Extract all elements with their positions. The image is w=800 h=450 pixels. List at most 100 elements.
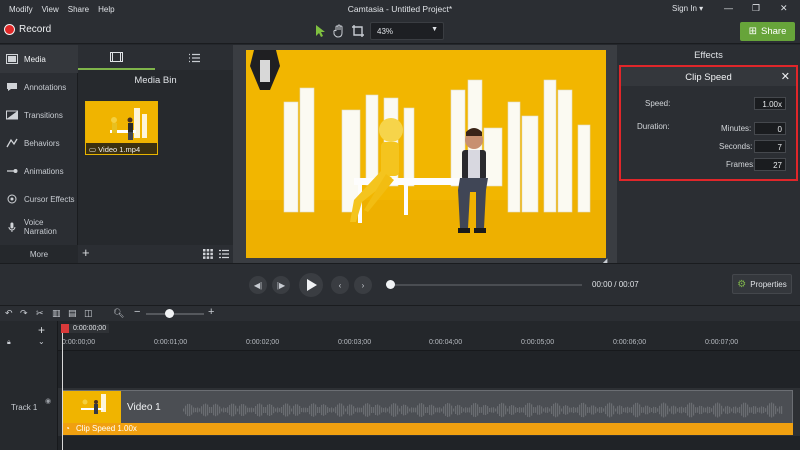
clip-thumbnail-image (63, 391, 121, 423)
ruler-tick-label: 0:00:02;00 (246, 339, 280, 346)
chevron-left-icon: ‹ (338, 280, 342, 290)
zoom-in-icon[interactable]: + (208, 306, 214, 318)
timeline-zoom-handle[interactable] (165, 309, 174, 318)
zoom-out-icon[interactable]: − (134, 306, 140, 318)
play-button[interactable] (299, 273, 323, 297)
step-back-button[interactable]: ◀| (249, 276, 267, 294)
chevron-down-icon[interactable]: ⌄ (38, 337, 45, 346)
ruler-tick-label: 0:00:07;00 (705, 339, 739, 346)
more-button[interactable]: More (0, 245, 78, 263)
timeline-clip-video1[interactable]: Video 1 (62, 390, 793, 424)
minimize-icon[interactable]: — (724, 3, 733, 13)
clip-label: Video 1 (127, 402, 161, 413)
film-icon (6, 54, 18, 64)
duration-label: Duration: (637, 122, 670, 131)
menu-help[interactable]: Help (89, 5, 114, 14)
pan-hand-icon[interactable] (332, 24, 346, 38)
seconds-input[interactable]: 7 (754, 140, 786, 153)
sidebar-item-animations[interactable]: Animations (0, 157, 78, 185)
clip-speed-label: Clip Speed 1.00x (76, 424, 137, 433)
tab-library[interactable] (156, 45, 233, 70)
sidebar-item-behaviors[interactable]: Behaviors (0, 129, 78, 157)
menu-share[interactable]: Share (59, 5, 89, 14)
main-toolbar: Record 43% ▼ ⊞ Share (0, 18, 800, 44)
step-forward-icon: |▶ (276, 280, 286, 290)
cut-icon[interactable]: ✂ (36, 308, 44, 319)
effects-panel: Effects Clip Speed ✕ Speed: 1.00x Durati… (617, 45, 800, 263)
menu-bar: Modify View Share Help Camtasia - Untitl… (0, 0, 800, 18)
tools-sidebar: Media Annotations Transitions Behaviors … (0, 45, 78, 263)
frames-input[interactable]: 27 (754, 158, 786, 171)
annotation-icon (7, 83, 17, 91)
previous-clip-button[interactable]: ‹ (331, 276, 349, 294)
record-icon (4, 24, 15, 35)
clip-speed-header: Clip Speed ✕ (621, 67, 796, 86)
restore-icon[interactable]: ❐ (752, 3, 760, 14)
zoom-select[interactable]: 43% ▼ (370, 22, 444, 40)
scrub-track[interactable] (386, 284, 582, 286)
close-window-icon[interactable]: ✕ (780, 3, 788, 14)
menu-view[interactable]: View (33, 5, 59, 14)
clip-speed-bar[interactable]: ◔ Clip Speed 1.00x (62, 423, 793, 435)
grid-view-icon[interactable] (203, 249, 213, 259)
playhead-handle[interactable] (61, 324, 69, 333)
speed-input[interactable]: 1.00x (754, 97, 786, 110)
step-forward-button[interactable]: |▶ (272, 276, 290, 294)
chevron-down-icon: ▼ (431, 26, 438, 33)
ruler-tick-label: 0:00:06;00 (613, 339, 647, 346)
scrub-handle[interactable] (386, 280, 395, 289)
close-icon[interactable]: ✕ (781, 70, 790, 83)
menu-modify[interactable]: Modify (0, 5, 33, 14)
track-name: Track 1 (11, 403, 38, 412)
list-view-icon[interactable] (219, 249, 229, 259)
properties-button[interactable]: ⚙ Properties (732, 274, 792, 294)
timeline: + ⌄ 🔒︎ Track 1 ◉ 0:00:00;00 0:00:01;00 0… (0, 321, 800, 450)
split-icon[interactable]: ◫ (84, 308, 93, 319)
eye-icon[interactable]: ◉ (45, 397, 51, 405)
speed-icon: ◔ (65, 424, 70, 433)
select-arrow-icon[interactable] (313, 24, 327, 38)
sign-in-button[interactable]: Sign In ▾ (672, 4, 703, 13)
media-item-name: Video 1.mp4 (98, 145, 141, 154)
tab-media-bin[interactable] (78, 45, 155, 70)
share-button[interactable]: ⊞ Share (740, 22, 795, 41)
sidebar-item-label: Voice Narration (23, 218, 57, 236)
minutes-input[interactable]: 0 (754, 122, 786, 135)
media-item-video1[interactable]: ▭ Video 1.mp4 (85, 101, 158, 155)
sidebar-item-label: Annotations (24, 82, 67, 92)
sidebar-item-voice-narration[interactable]: Voice Narration (0, 213, 78, 241)
media-bin-title: Media Bin (134, 75, 177, 86)
sidebar-item-label: Cursor Effects (24, 194, 75, 204)
time-display: 00:00 / 00:07 (592, 280, 639, 289)
zoom-value: 43% (377, 27, 394, 36)
timeline-zoom-slider[interactable] (146, 313, 204, 315)
record-button[interactable]: Record (4, 24, 51, 35)
next-clip-button[interactable]: › (354, 276, 372, 294)
canvas-area: ◢ (233, 45, 617, 265)
media-item-caption: ▭ Video 1.mp4 (86, 143, 157, 154)
audio-waveform (183, 402, 783, 418)
add-media-icon[interactable]: + (82, 245, 90, 260)
lock-icon[interactable]: 🔒︎ (7, 339, 11, 347)
timeline-ruler[interactable]: 0:00:00;00 0:00:01;00 0:00:02;00 0:00:03… (58, 321, 800, 351)
track-header-column: + ⌄ 🔒︎ Track 1 ◉ (0, 321, 58, 450)
sidebar-item-transitions[interactable]: Transitions (0, 101, 78, 129)
ruler-tick-label: 0:00:04;00 (429, 339, 463, 346)
clip-speed-panel: Clip Speed ✕ Speed: 1.00x Duration: Minu… (619, 65, 798, 181)
play-icon (307, 279, 317, 291)
copy-icon[interactable]: ▥ (52, 308, 61, 319)
paste-icon[interactable]: ▤ (68, 308, 77, 319)
frames-label: Frames: (726, 160, 756, 169)
video-frame (246, 50, 606, 258)
crop-icon[interactable] (351, 24, 365, 38)
redo-icon[interactable]: ↷ (20, 308, 28, 319)
video-preview[interactable] (246, 50, 606, 258)
add-track-icon[interactable]: + (38, 323, 45, 337)
sidebar-item-media[interactable]: Media (0, 45, 78, 73)
zoom-magnifier-icon[interactable]: 🔍︎ (113, 308, 124, 319)
chevron-down-icon: ▾ (699, 4, 704, 13)
share-label: Share (761, 26, 787, 37)
sidebar-item-annotations[interactable]: Annotations (0, 73, 78, 101)
undo-icon[interactable]: ↶ (5, 308, 13, 319)
sidebar-item-cursor-effects[interactable]: Cursor Effects (0, 185, 78, 213)
